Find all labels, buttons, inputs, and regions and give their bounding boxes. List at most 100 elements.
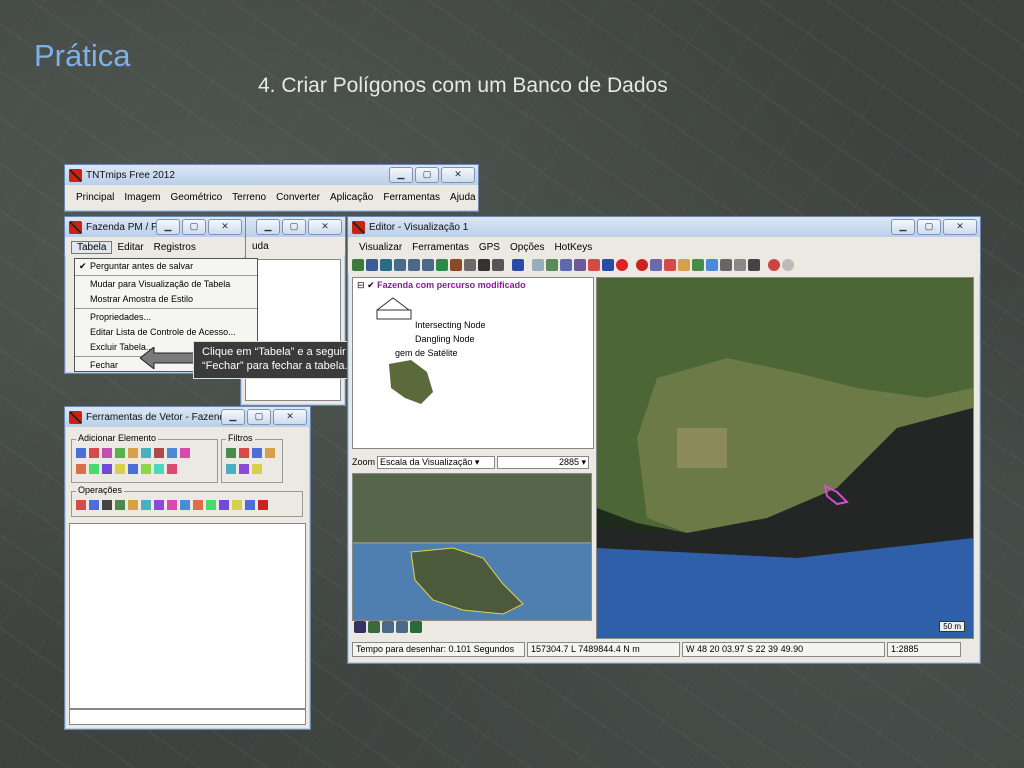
menu-principal[interactable]: Principal (71, 192, 119, 203)
add-spline-icon[interactable] (180, 448, 190, 458)
filter-merge-icon[interactable] (252, 448, 262, 458)
add-symbol-icon[interactable] (115, 464, 125, 474)
no-entry-icon[interactable] (616, 259, 628, 271)
menu-opcoes[interactable]: Opções (505, 242, 549, 253)
link-icon[interactable] (588, 259, 600, 271)
undo-edit-icon[interactable] (245, 500, 255, 510)
background-window-titlebar[interactable]: ▁ ▢ ✕ (241, 217, 345, 237)
visible-check-icon[interactable]: ✔ (367, 280, 375, 290)
select-tool-icon[interactable] (532, 259, 544, 271)
undo-icon[interactable] (768, 259, 780, 271)
add-ellipse-icon[interactable] (154, 448, 164, 458)
menu-tabela[interactable]: Tabela (71, 240, 113, 254)
filter-remove-icon[interactable] (239, 448, 249, 458)
close-button[interactable]: ✕ (208, 219, 242, 235)
vertex-tool-icon[interactable] (560, 259, 572, 271)
add-circle-icon[interactable] (141, 448, 151, 458)
unlink-icon[interactable] (602, 259, 614, 271)
filter-clean-icon[interactable] (265, 448, 275, 458)
move-icon[interactable] (154, 500, 164, 510)
menu-hotkeys[interactable]: HotKeys (549, 242, 597, 253)
menu-aplicacao[interactable]: Aplicação (325, 192, 378, 203)
menu-item-perguntar[interactable]: ✔ Perguntar antes de salvar (75, 259, 257, 274)
redraw-icon[interactable] (352, 259, 364, 271)
split-icon[interactable] (102, 500, 112, 510)
filter-smooth-icon[interactable] (226, 464, 236, 474)
maximize-button[interactable]: ▢ (415, 167, 439, 183)
add-node-icon[interactable] (102, 464, 112, 474)
image-icon[interactable] (706, 259, 718, 271)
layer-row[interactable]: ⊟ ✔ Fazenda com percurso modificado (357, 280, 526, 291)
menu-visualizar[interactable]: Visualizar (354, 242, 407, 253)
reshape-icon[interactable] (167, 500, 177, 510)
collapse-icon[interactable]: ⊟ (357, 280, 365, 290)
editor-titlebar[interactable]: Editor - Visualização 1 ▁ ▢ ✕ (348, 217, 980, 237)
add-label-icon[interactable] (89, 464, 99, 474)
close-button[interactable]: ✕ (308, 219, 342, 235)
binoculars-icon[interactable] (478, 259, 490, 271)
pointer-tool-icon[interactable] (664, 259, 676, 271)
add-layer-icon[interactable] (512, 259, 524, 271)
zoom-in-icon[interactable] (394, 259, 406, 271)
extend-icon[interactable] (128, 500, 138, 510)
add-grid-icon[interactable] (154, 464, 164, 474)
filter-dissolve-icon[interactable] (239, 464, 249, 474)
add-arc-icon[interactable] (115, 448, 125, 458)
full-view-icon[interactable] (366, 259, 378, 271)
minimize-button[interactable]: ▁ (891, 219, 915, 235)
menu-item-editar-lista[interactable]: Editar Lista de Controle de Acesso... (75, 325, 257, 340)
maximize-button[interactable]: ▢ (282, 219, 306, 235)
filter-generalize-icon[interactable] (252, 464, 262, 474)
pan-icon[interactable] (380, 259, 392, 271)
add-polygon-icon[interactable] (102, 448, 112, 458)
redo-icon[interactable] (782, 259, 794, 271)
add-text-icon[interactable] (76, 464, 86, 474)
trim-icon[interactable] (141, 500, 151, 510)
layer-icon[interactable] (436, 259, 448, 271)
locate-icon[interactable] (368, 621, 380, 633)
menu-editar[interactable]: Editar (112, 242, 148, 253)
rotate-icon[interactable] (180, 500, 190, 510)
edit-line-icon[interactable] (89, 500, 99, 510)
zoom-overview-icon[interactable] (382, 621, 394, 633)
add-region-icon[interactable] (141, 464, 151, 474)
maximize-button[interactable]: ▢ (917, 219, 941, 235)
menu-registros[interactable]: Registros (149, 242, 201, 253)
minimize-button[interactable]: ▁ (221, 409, 245, 425)
table-window-titlebar[interactable]: Fazenda PM / Po... ▁ ▢ ✕ (65, 217, 245, 237)
maximize-button[interactable]: ▢ (247, 409, 271, 425)
add-rectangle-icon[interactable] (128, 448, 138, 458)
close-button[interactable]: ✕ (943, 219, 977, 235)
zoom-value-select[interactable]: 2885 ▾ (497, 455, 590, 469)
minimize-button[interactable]: ▁ (389, 167, 413, 183)
add-line-icon[interactable] (89, 448, 99, 458)
cut-icon[interactable] (720, 259, 732, 271)
picture-icon[interactable] (410, 621, 422, 633)
paste-icon[interactable] (748, 259, 760, 271)
node-tool-icon[interactable] (546, 259, 558, 271)
menu-gps[interactable]: GPS (474, 242, 505, 253)
vector-tools-titlebar[interactable]: Ferramentas de Vetor - Fazenda ... ▁ ▢ ✕ (65, 407, 310, 427)
select-pointer-icon[interactable] (76, 500, 86, 510)
main-window-titlebar[interactable]: TNTmips Free 2012 ▁ ▢ ✕ (65, 165, 478, 185)
zoom-out-icon[interactable] (408, 259, 420, 271)
delete-icon[interactable] (258, 500, 268, 510)
menu-ajuda[interactable]: Ajuda (445, 192, 481, 203)
list-icon[interactable] (354, 621, 366, 633)
minimize-button[interactable]: ▁ (256, 219, 280, 235)
menu-ferramentas[interactable]: Ferramentas (407, 242, 474, 253)
menu-imagem[interactable]: Imagem (119, 192, 165, 203)
map-view[interactable]: 50 m (596, 277, 974, 639)
close-button[interactable]: ✕ (441, 167, 475, 183)
maximize-button[interactable]: ▢ (182, 219, 206, 235)
menu-geometrico[interactable]: Geométrico (165, 192, 227, 203)
measure-icon[interactable] (232, 500, 242, 510)
menu-item-mudar-visualizacao[interactable]: Mudar para Visualização de Tabela (75, 277, 257, 292)
filter-select-icon[interactable] (226, 448, 236, 458)
layer-name[interactable]: Fazenda com percurso modificado (377, 280, 526, 290)
attribute-icon[interactable] (219, 500, 229, 510)
menu-item-mostrar-amostra[interactable]: Mostrar Amostra de Estilo (75, 292, 257, 307)
zoom-box-icon[interactable] (422, 259, 434, 271)
query-icon[interactable] (574, 259, 586, 271)
menu-item-propriedades[interactable]: Propriedades... (75, 310, 257, 325)
